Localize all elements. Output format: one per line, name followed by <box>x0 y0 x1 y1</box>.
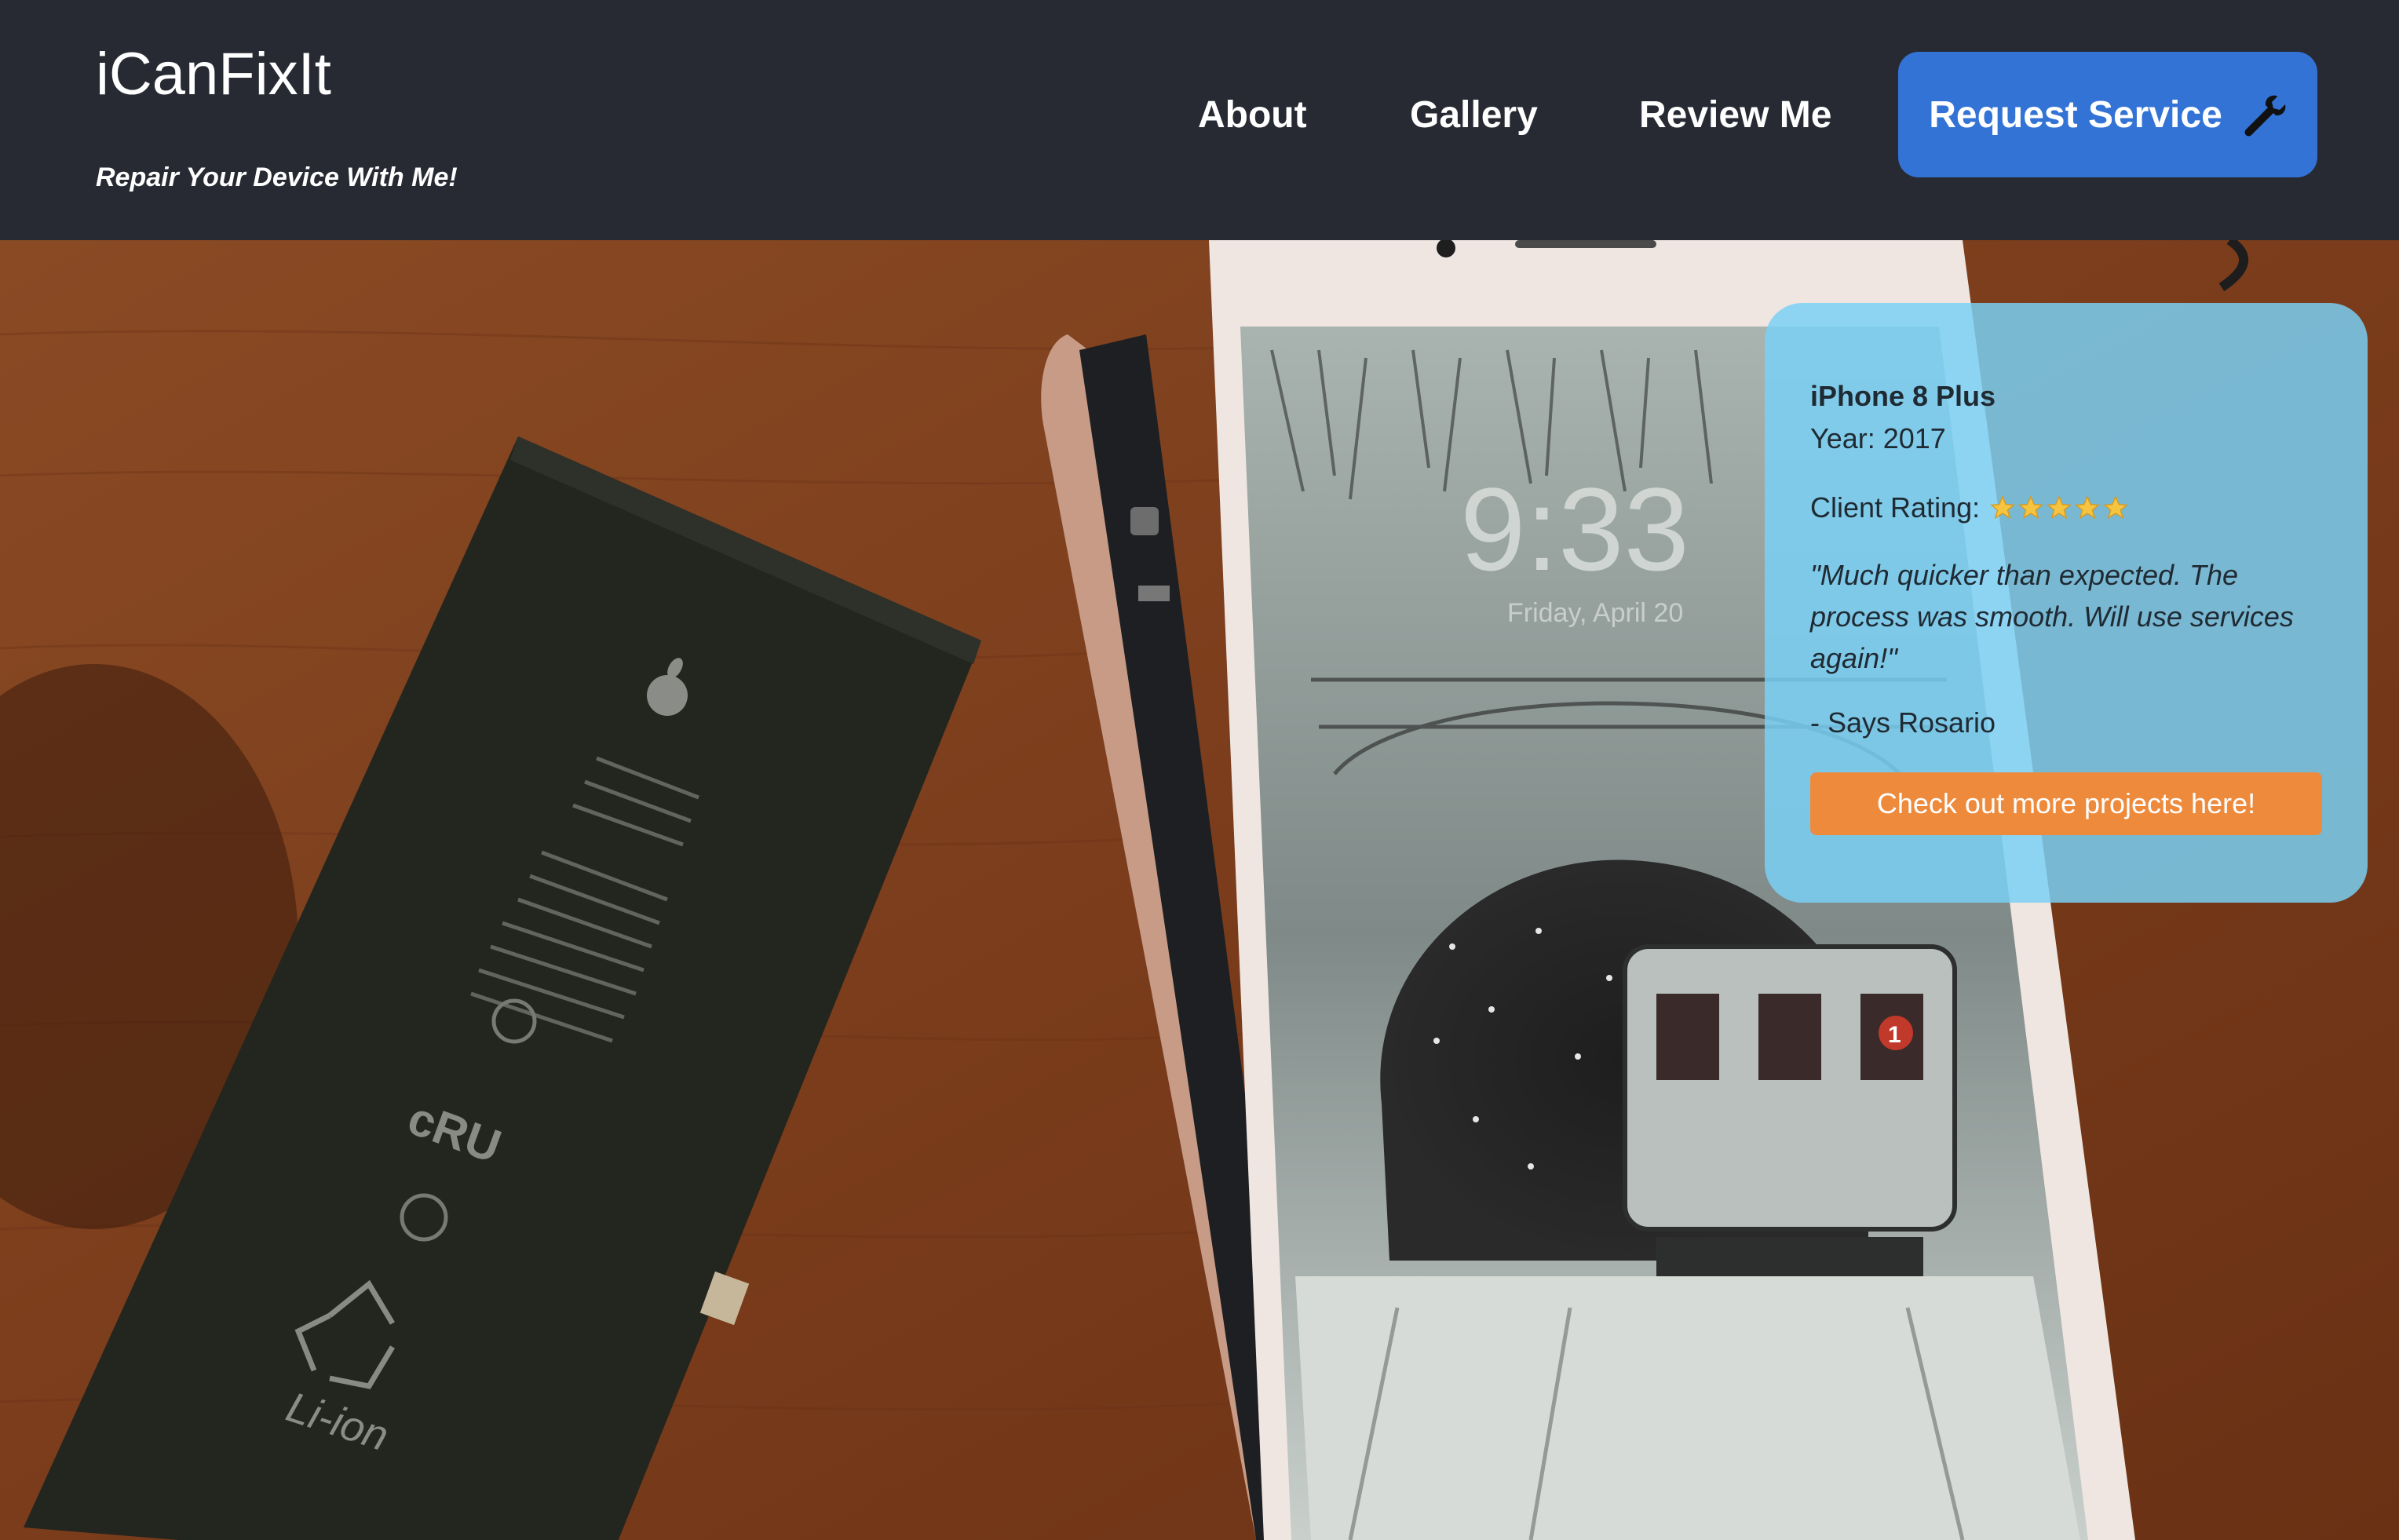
review-device-name: iPhone 8 Plus <box>1810 380 1996 412</box>
svg-text:9:33: 9:33 <box>1460 463 1689 595</box>
page: iCanFixIt Repair Your Device With Me! Ab… <box>0 0 2399 1540</box>
request-service-label: Request Service <box>1929 93 2222 136</box>
wrench-icon <box>2244 95 2286 137</box>
client-rating-label: Client Rating: <box>1810 491 1981 524</box>
star-icon <box>2047 495 2072 520</box>
star-icon <box>2103 495 2129 520</box>
review-card: iPhone 8 Plus Year: 2017 Client Rating: … <box>1765 303 2368 903</box>
more-projects-button[interactable]: Check out more projects here! <box>1810 772 2322 835</box>
star-icon <box>1990 495 2016 520</box>
review-author: - Says Rosario <box>1810 706 1996 739</box>
review-quote: "Much quicker than expected. The process… <box>1810 559 2294 674</box>
client-rating: Client Rating: <box>1810 487 2131 529</box>
nav-about-link[interactable]: About <box>1198 88 1307 143</box>
review-device-year: Year: 2017 <box>1810 422 1946 454</box>
nav-gallery-link[interactable]: Gallery <box>1410 88 1538 143</box>
rating-stars <box>1989 494 2131 521</box>
site-header: iCanFixIt Repair Your Device With Me! Ab… <box>0 0 2399 240</box>
star-icon <box>2075 495 2101 520</box>
nav-review-link[interactable]: Review Me <box>1639 88 1831 143</box>
site-title[interactable]: iCanFixIt <box>96 39 331 110</box>
request-service-button[interactable]: Request Service <box>1898 52 2317 177</box>
svg-text:1: 1 <box>1888 1022 1901 1048</box>
site-tagline: Repair Your Device With Me! <box>96 162 458 192</box>
svg-text:Friday, April 20: Friday, April 20 <box>1507 598 1683 628</box>
star-icon <box>2018 495 2044 520</box>
